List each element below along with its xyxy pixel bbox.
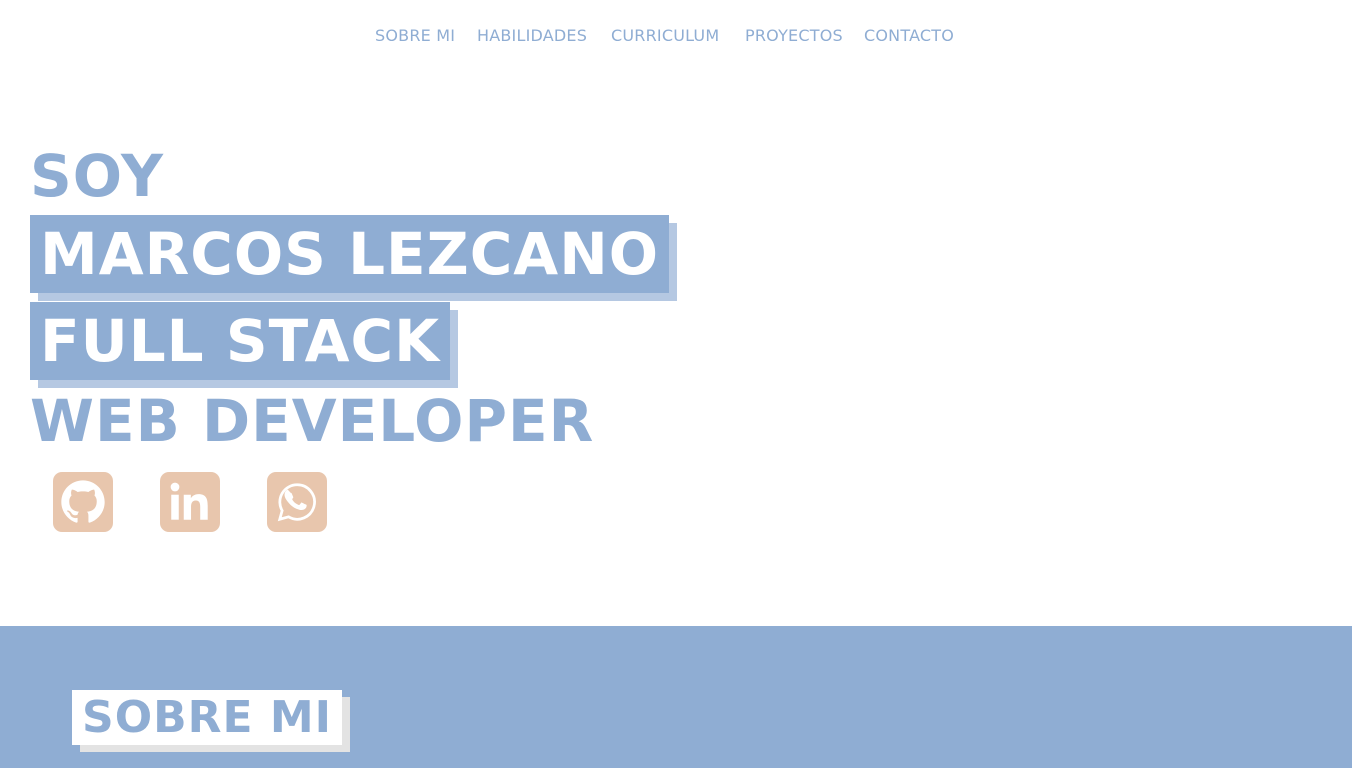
whatsapp-link[interactable] [267, 472, 327, 532]
nav-curriculum[interactable]: CURRICULUM [611, 25, 719, 47]
linkedin-icon [170, 482, 208, 520]
nav-contacto[interactable]: CONTACTO [864, 25, 954, 47]
github-icon [61, 480, 105, 523]
hero-role-web-developer: WEB DEVELOPER [30, 387, 595, 455]
nav-sobre-mi[interactable]: SOBRE MI [375, 25, 455, 47]
hero-intro: SOY [30, 142, 165, 210]
hero-role-full-stack: FULL STACK [30, 302, 451, 380]
linkedin-link[interactable] [160, 472, 220, 532]
github-link[interactable] [53, 472, 113, 532]
whatsapp-icon [277, 483, 316, 522]
about-section: SOBRE MI [0, 626, 1352, 768]
nav-proyectos[interactable]: PROYECTOS [745, 25, 843, 47]
nav-habilidades[interactable]: HABILIDADES [477, 25, 587, 47]
hero-name: MARCOS LEZCANO [30, 215, 670, 293]
about-title: SOBRE MI [72, 690, 343, 745]
portfolio-page: SOBRE MI HABILIDADES CURRICULUM PROYECTO… [0, 0, 1352, 768]
